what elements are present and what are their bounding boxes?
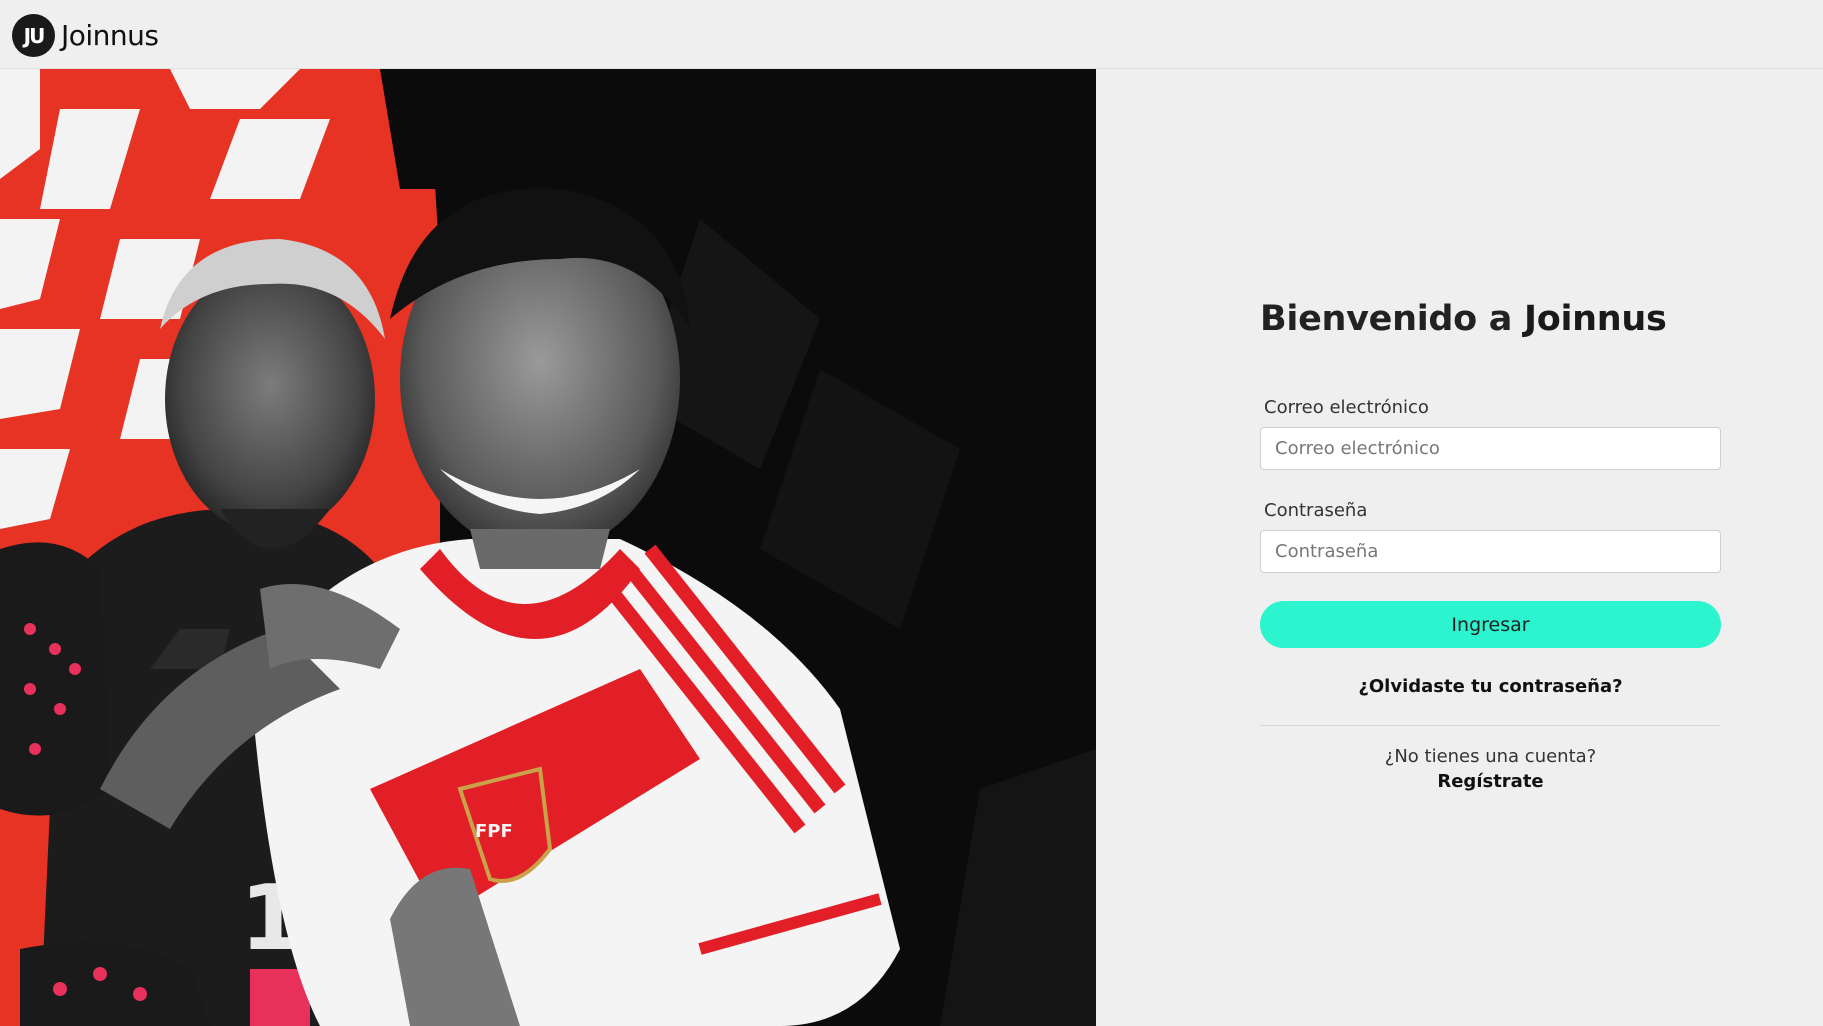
logo-text: Joinnus xyxy=(61,19,159,52)
email-field[interactable] xyxy=(1260,427,1721,470)
login-button[interactable]: Ingresar xyxy=(1260,601,1721,648)
top-bar: JU Joinnus xyxy=(0,0,1823,69)
divider xyxy=(1260,725,1721,726)
no-account-text: ¿No tienes una cuenta? xyxy=(1384,746,1597,767)
hero-image: 1 FPF xyxy=(0,69,1096,1026)
page-title: Bienvenido a Joinnus xyxy=(1260,299,1721,339)
login-form: Bienvenido a Joinnus Correo electrónico … xyxy=(1260,299,1721,792)
title-prefix: Bienvenido a xyxy=(1260,299,1524,339)
login-panel: Bienvenido a Joinnus Correo electrónico … xyxy=(1096,69,1823,1026)
email-label: Correo electrónico xyxy=(1264,397,1429,418)
hero-illustration: 1 FPF xyxy=(0,69,1096,1026)
password-label: Contraseña xyxy=(1264,500,1368,521)
logo-mark-icon: JU xyxy=(12,14,55,57)
register-link[interactable]: Regístrate xyxy=(1260,771,1721,792)
joinnus-logo[interactable]: JU Joinnus xyxy=(12,14,159,57)
forgot-password-link[interactable]: ¿Olvidaste tu contraseña? xyxy=(1260,676,1721,697)
jersey-badge: FPF xyxy=(475,821,513,842)
title-brand: Joinnus xyxy=(1523,299,1667,339)
password-field[interactable] xyxy=(1260,530,1721,573)
